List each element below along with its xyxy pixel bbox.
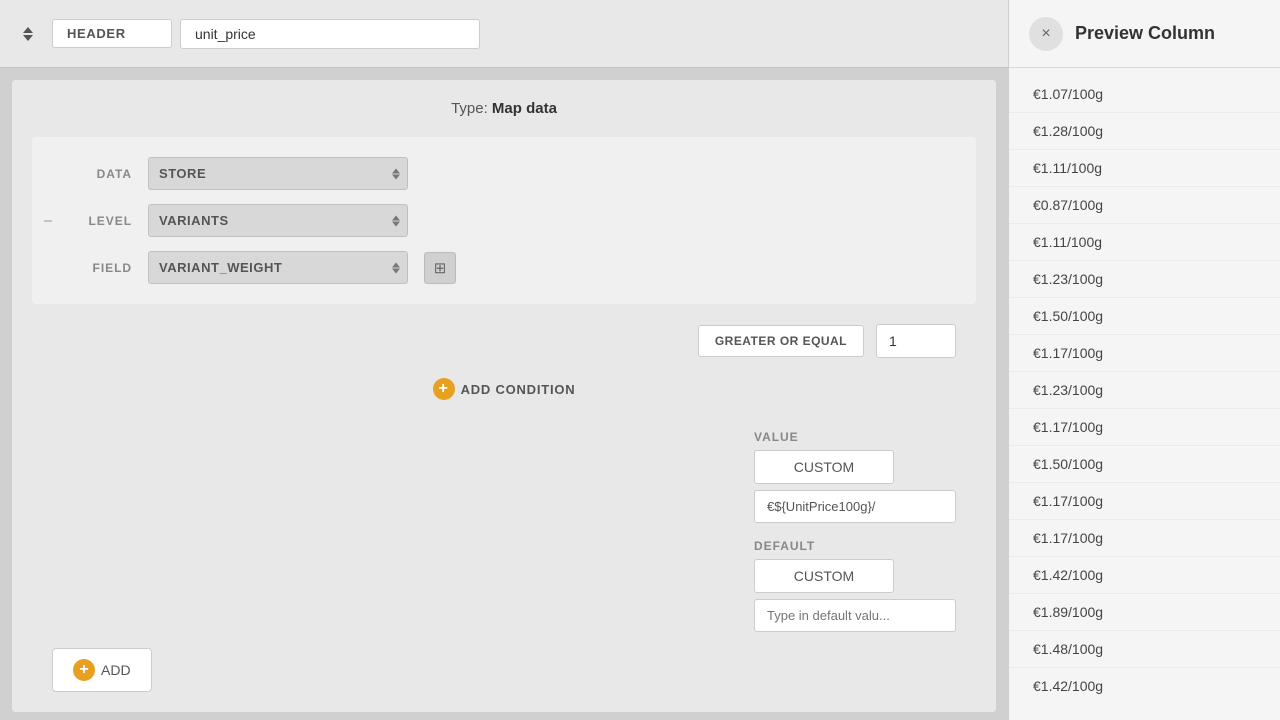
preview-list-item: €1.11/100g — [1009, 224, 1280, 261]
preview-list-item: €1.28/100g — [1009, 113, 1280, 150]
preview-list-item: €1.07/100g — [1009, 76, 1280, 113]
preview-list-item: €0.87/100g — [1009, 187, 1280, 224]
header-row: HEADER — [0, 0, 1008, 68]
value-custom-button[interactable]: CUSTOM — [754, 450, 894, 484]
mapping-section: DATA STORE LEVEL VARIANTS — [32, 137, 976, 304]
field-calc-button[interactable]: ⊞ — [424, 252, 456, 284]
condition-number-input[interactable] — [876, 324, 956, 358]
level-label: LEVEL — [72, 214, 132, 228]
data-label: DATA — [72, 167, 132, 181]
preview-list-item: €1.11/100g — [1009, 150, 1280, 187]
close-button[interactable]: × — [1029, 17, 1063, 51]
preview-panel: × Preview Column €1.07/100g€1.28/100g€1.… — [1008, 0, 1280, 720]
type-label: Type: Map data — [32, 100, 976, 117]
preview-list-item: €1.50/100g — [1009, 298, 1280, 335]
data-row: DATA STORE — [72, 157, 956, 190]
preview-list-item: €1.42/100g — [1009, 668, 1280, 704]
default-value-input[interactable] — [754, 599, 956, 632]
value-section-label: VALUE — [754, 430, 799, 444]
field-select-wrapper: VARIANT_WEIGHT — [148, 251, 408, 284]
condition-inputs: GREATER OR EQUAL — [32, 324, 976, 358]
field-name-input[interactable] — [180, 19, 480, 49]
field-label: FIELD — [72, 261, 132, 275]
default-custom-button[interactable]: CUSTOM — [754, 559, 894, 593]
preview-header: × Preview Column — [1009, 0, 1280, 68]
level-select[interactable]: VARIANTS — [148, 204, 408, 237]
add-condition-area: + ADD CONDITION — [32, 378, 976, 400]
preview-list-item: €1.50/100g — [1009, 446, 1280, 483]
add-button-label: ADD — [101, 662, 131, 678]
add-condition-button[interactable]: + ADD CONDITION — [433, 378, 576, 400]
preview-list-item: €1.17/100g — [1009, 483, 1280, 520]
preview-list-item: €1.42/100g — [1009, 557, 1280, 594]
preview-list-item: €1.48/100g — [1009, 631, 1280, 668]
header-label: HEADER — [52, 19, 172, 48]
sort-button[interactable] — [12, 18, 44, 50]
resize-handle[interactable] — [44, 217, 52, 224]
field-select[interactable]: VARIANT_WEIGHT — [148, 251, 408, 284]
preview-list-item: €1.17/100g — [1009, 335, 1280, 372]
preview-list-item: €1.23/100g — [1009, 261, 1280, 298]
preview-title: Preview Column — [1075, 23, 1215, 44]
level-select-wrapper: VARIANTS — [148, 204, 408, 237]
main-area: HEADER Type: Map data DATA STORE — [0, 0, 1008, 720]
add-condition-label: ADD CONDITION — [461, 382, 576, 397]
level-row: LEVEL VARIANTS — [72, 204, 956, 237]
content-area: Type: Map data DATA STORE — [12, 80, 996, 712]
default-section-label: DEFAULT — [754, 539, 815, 553]
add-button[interactable]: + ADD — [52, 648, 152, 692]
field-row: FIELD VARIANT_WEIGHT ⊞ — [72, 251, 956, 284]
preview-list: €1.07/100g€1.28/100g€1.11/100g€0.87/100g… — [1009, 68, 1280, 720]
preview-list-item: €1.89/100g — [1009, 594, 1280, 631]
formula-input[interactable] — [754, 490, 956, 523]
preview-list-item: €1.23/100g — [1009, 372, 1280, 409]
greater-equal-button[interactable]: GREATER OR EQUAL — [698, 325, 864, 357]
add-condition-plus-icon: + — [433, 378, 455, 400]
preview-list-item: €1.17/100g — [1009, 409, 1280, 446]
add-button-plus-icon: + — [73, 659, 95, 681]
preview-list-item: €1.17/100g — [1009, 520, 1280, 557]
add-button-area: + ADD — [32, 648, 976, 692]
type-value: Map data — [492, 100, 557, 117]
data-select-wrapper: STORE — [148, 157, 408, 190]
data-select[interactable]: STORE — [148, 157, 408, 190]
